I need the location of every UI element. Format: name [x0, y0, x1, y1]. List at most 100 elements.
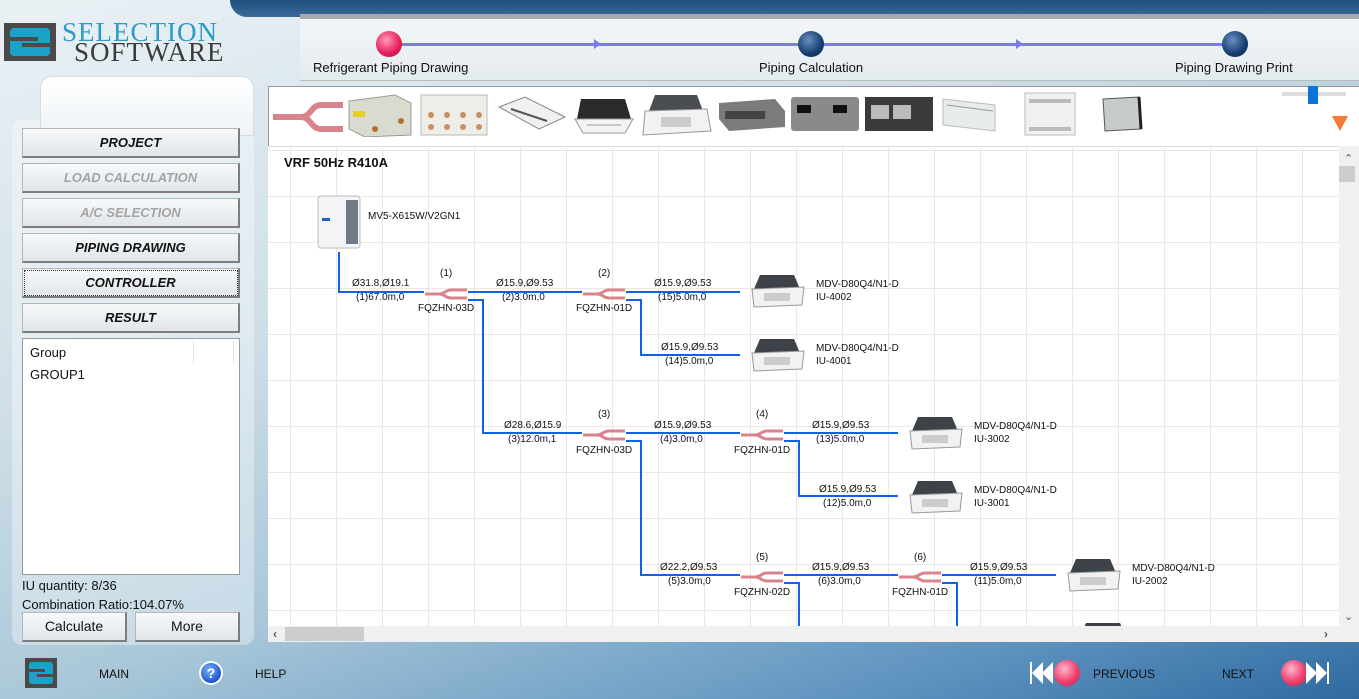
- previous-arrow-icon[interactable]: [1042, 662, 1053, 684]
- pipe-length: (14)5.0m,0: [665, 356, 714, 367]
- column-divider: [193, 341, 194, 363]
- pipe-length: (15)5.0m,0: [658, 292, 707, 303]
- horizontal-scroll-thumb[interactable]: [285, 627, 364, 641]
- indoor-unit-icon[interactable]: [750, 273, 806, 309]
- pipe-segment[interactable]: [798, 440, 800, 496]
- main-button[interactable]: MAIN: [99, 667, 129, 681]
- scroll-right-icon[interactable]: ›: [1324, 627, 1328, 641]
- diagram-title: VRF 50Hz R410A: [284, 155, 389, 170]
- pipe-size: Ø28.6,Ø15.9: [504, 420, 562, 431]
- indoor-unit-name: IU-4001: [816, 356, 852, 367]
- branch-id: (6): [914, 552, 927, 563]
- branch-model: FQZHN-01D: [734, 445, 791, 456]
- nav-controller-button[interactable]: CONTROLLER: [22, 268, 240, 298]
- horizontal-scrollbar[interactable]: ‹ ›: [268, 626, 1340, 642]
- more-button[interactable]: More: [135, 612, 240, 642]
- branch-joint-icon[interactable]: [583, 427, 625, 443]
- pipe-segment[interactable]: [956, 582, 958, 626]
- calculate-button[interactable]: Calculate: [22, 612, 127, 642]
- one-way-cassette-thumb[interactable]: [495, 91, 567, 137]
- slim-duct-thumb[interactable]: [715, 91, 787, 137]
- scroll-up-icon[interactable]: ⌃: [1344, 152, 1353, 165]
- scrollbar-corner: [1339, 626, 1359, 642]
- branch-id: (3): [598, 409, 611, 420]
- indoor-unit-icon[interactable]: [750, 337, 806, 373]
- multi-port-box-thumb[interactable]: [419, 91, 491, 137]
- pipe-size: Ø15.9,Ø9.53: [812, 420, 870, 431]
- nav-piping-drawing-button[interactable]: PIPING DRAWING: [22, 233, 240, 263]
- group-list-item[interactable]: GROUP1: [30, 367, 85, 382]
- indoor-unit-model: MDV-D80Q4/N1-D: [816, 279, 899, 290]
- toolbar-dropdown-icon[interactable]: [1332, 116, 1348, 131]
- medium-duct-thumb[interactable]: [789, 91, 861, 137]
- nav-ac-selection-button[interactable]: A/C SELECTION: [22, 198, 240, 228]
- pipe-size: Ø15.9,Ø9.53: [819, 484, 877, 495]
- indoor-unit-name: IU-4002: [816, 292, 852, 303]
- next-icon[interactable]: [1327, 662, 1329, 684]
- ceiling-floor-thumb[interactable]: [937, 91, 1009, 137]
- pipe-segment[interactable]: [798, 582, 800, 626]
- app-logo: SELECTION SOFTWARE: [4, 19, 225, 66]
- indoor-unit-name: IU-2002: [1132, 576, 1168, 587]
- branch-joint-thumb[interactable]: [271, 91, 343, 137]
- pipe-segment[interactable]: [798, 495, 898, 497]
- pipe-size: Ø22.2,Ø9.53: [660, 562, 718, 573]
- console-thumb[interactable]: [1017, 91, 1089, 137]
- indoor-unit-icon[interactable]: [908, 479, 964, 515]
- next-button[interactable]: NEXT: [1222, 667, 1254, 681]
- branch-joint-icon[interactable]: [741, 569, 783, 585]
- step-piping-calculation[interactable]: [798, 31, 824, 57]
- group-list[interactable]: Group GROUP1: [22, 338, 240, 575]
- help-button[interactable]: HELP: [255, 667, 286, 681]
- pipe-segment[interactable]: [640, 440, 642, 575]
- step-piping-drawing-print[interactable]: [1222, 31, 1248, 57]
- pipe-length: (11)5.0m,0: [974, 576, 1022, 587]
- nav-result-button[interactable]: RESULT: [22, 303, 240, 333]
- scroll-down-icon[interactable]: ⌄: [1344, 610, 1353, 623]
- branch-model: FQZHN-03D: [418, 303, 475, 314]
- main-icon[interactable]: [25, 658, 57, 688]
- branch-joint-icon[interactable]: [899, 569, 941, 585]
- pipe-segment[interactable]: [640, 299, 642, 355]
- scroll-left-icon[interactable]: ‹: [273, 627, 277, 641]
- vertical-scroll-thumb[interactable]: [1339, 166, 1355, 182]
- pipe-segment[interactable]: [338, 252, 340, 292]
- piping-diagram-canvas[interactable]: VRF 50Hz R410A MV5-X615W/V2GN1 (1) FQZHN…: [268, 146, 1340, 626]
- previous-ball-icon[interactable]: [1054, 660, 1080, 686]
- group-list-header: Group: [30, 345, 67, 360]
- pipe-size: Ø31.8,Ø19.1: [352, 278, 410, 289]
- four-way-cassette-thumb[interactable]: [641, 91, 713, 137]
- help-icon[interactable]: ?: [199, 661, 223, 685]
- branch-model: FQZHN-01D: [892, 587, 949, 598]
- nav-load-calculation-button[interactable]: LOAD CALCULATION: [22, 163, 240, 193]
- branch-model: FQZHN-01D: [576, 303, 633, 314]
- branch-id: (1): [440, 268, 453, 279]
- pipe-length: (2)3.0m,0: [502, 292, 545, 303]
- indoor-unit-icon[interactable]: [908, 415, 964, 451]
- zoom-slider-thumb[interactable]: [1308, 86, 1318, 104]
- outdoor-unit-icon[interactable]: [316, 194, 362, 250]
- step-arrow-icon: [594, 39, 601, 49]
- indoor-unit-icon[interactable]: [1066, 557, 1122, 593]
- next-ball-icon[interactable]: [1281, 660, 1307, 686]
- branch-joint-icon[interactable]: [741, 427, 783, 443]
- high-static-duct-thumb[interactable]: [863, 91, 935, 137]
- vertical-scrollbar[interactable]: ⌃ ⌄: [1339, 146, 1359, 626]
- logo-icon: [4, 23, 56, 61]
- pipe-size: Ø15.9,Ø9.53: [654, 278, 712, 289]
- branch-joint-icon[interactable]: [583, 286, 625, 302]
- component-toolbar: [268, 86, 1359, 146]
- floor-standing-thumb[interactable]: [1095, 91, 1155, 137]
- step-refrigerant-piping-drawing[interactable]: [376, 31, 402, 57]
- indoor-unit-model: MDV-D80Q4/N1-D: [816, 343, 899, 354]
- compact-cassette-thumb[interactable]: [571, 91, 637, 137]
- nav-project-button[interactable]: PROJECT: [22, 128, 240, 158]
- next-arrow-icon[interactable]: [1316, 662, 1327, 684]
- mode-switch-box-thumb[interactable]: [345, 91, 415, 137]
- outdoor-unit-model: MV5-X615W/V2GN1: [368, 211, 461, 222]
- bottom-navigation: MAIN ? HELP PREVIOUS NEXT: [0, 650, 1359, 699]
- pipe-length: (12)5.0m,0: [823, 498, 872, 509]
- pipe-segment[interactable]: [482, 299, 484, 433]
- previous-button[interactable]: PREVIOUS: [1093, 667, 1155, 681]
- branch-joint-icon[interactable]: [425, 286, 467, 302]
